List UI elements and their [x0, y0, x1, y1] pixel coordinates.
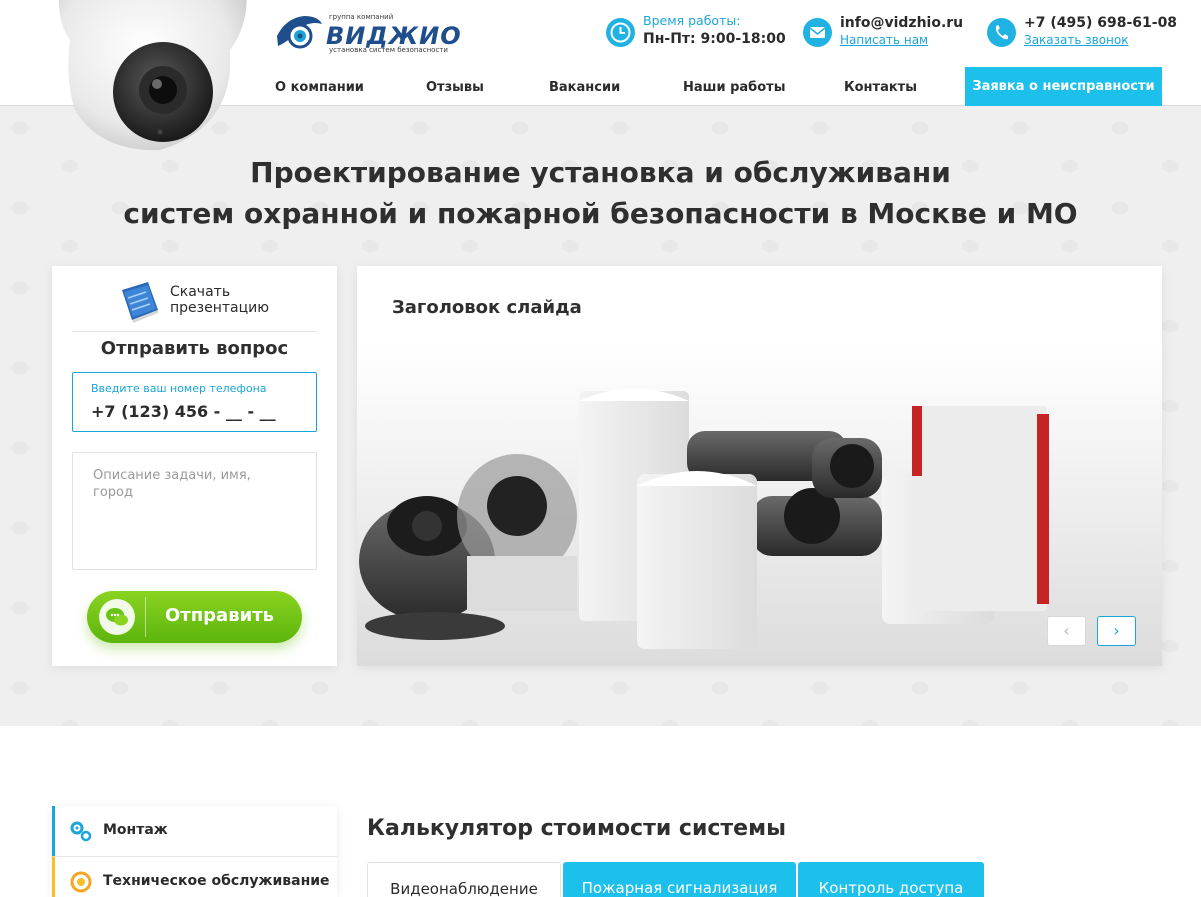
nav-item-works[interactable]: Наши работы: [683, 80, 785, 95]
maintenance-icon: [70, 871, 92, 893]
submit-label: Отправить: [165, 605, 275, 626]
hero-title: Проектирование установка и обслуживани с…: [0, 152, 1201, 234]
description-placeholder: Описание задачи, имя, город: [93, 468, 251, 500]
malfunction-request-button[interactable]: Заявка о неисправности: [965, 67, 1162, 106]
tab-access-control[interactable]: Контроль доступа: [798, 862, 984, 897]
calculator-title: Калькулятор стоимости системы: [367, 816, 786, 841]
services-menu-label: Монтаж: [103, 822, 168, 838]
services-menu-item-installation[interactable]: Монтаж: [52, 806, 337, 856]
phone-number[interactable]: +7 (495) 698-61-08: [1024, 15, 1177, 31]
chat-icon: [99, 599, 135, 635]
slider-next-button[interactable]: ›: [1097, 616, 1136, 646]
question-form: Скачать презентацию Отправить вопрос Вве…: [52, 266, 337, 666]
slide-title: Заголовок слайда: [392, 297, 582, 318]
logo-eye-icon: [277, 16, 322, 49]
description-textarea[interactable]: Описание задачи, имя, город: [72, 452, 317, 570]
download-presentation-link[interactable]: Скачать презентацию: [170, 284, 290, 316]
nav-item-reviews[interactable]: Отзывы: [426, 80, 484, 95]
phone-input-label: Введите ваш номер телефона: [91, 382, 267, 395]
mail-icon: [803, 18, 832, 47]
submit-button[interactable]: Отправить: [87, 591, 302, 643]
logo-tagline-bottom: установка систем безопасности: [329, 46, 448, 54]
logo-tagline-top: группа компаний: [329, 13, 394, 21]
hero-section: Проектирование установка и обслуживани с…: [0, 106, 1201, 726]
form-title: Отправить вопрос: [100, 338, 289, 359]
nav-item-vacancies[interactable]: Вакансии: [549, 80, 620, 95]
tab-fire-alarm[interactable]: Пожарная сигнализация: [563, 862, 796, 897]
services-menu-label: Техническое обслуживание: [103, 873, 330, 889]
nav-item-about[interactable]: О компании: [275, 80, 364, 95]
form-divider: [72, 331, 317, 332]
services-menu-item-maintenance[interactable]: Техническое обслуживание: [52, 856, 337, 897]
services-menu: Монтаж Техническое обслуживание: [52, 806, 337, 897]
presentation-book-icon[interactable]: [118, 280, 160, 324]
hero-slider: Заголовок слайда ‹ ›: [357, 266, 1162, 666]
phone-input-value[interactable]: +7 (123) 456 - __ - __: [91, 402, 276, 421]
hero-title-line-1: Проектирование установка и обслуживани: [250, 156, 951, 189]
nav-item-contacts[interactable]: Контакты: [844, 80, 917, 95]
gears-icon: [70, 821, 92, 842]
clock-icon: [606, 18, 635, 47]
dome-camera-image: [58, 0, 247, 151]
security-equipment-image: [357, 346, 1162, 666]
write-us-link[interactable]: Написать нам: [840, 33, 928, 47]
tab-video-surveillance[interactable]: Видеонаблюдение: [367, 862, 561, 897]
phone-icon: [987, 18, 1016, 47]
email-address[interactable]: info@vidzhio.ru: [840, 15, 963, 31]
hero-title-line-2: систем охранной и пожарной безопасности …: [123, 197, 1078, 230]
company-logo[interactable]: группа компаний ВИДЖИО установка систем …: [274, 8, 464, 58]
submit-divider: [145, 597, 146, 637]
phone-input[interactable]: Введите ваш номер телефона +7 (123) 456 …: [72, 372, 317, 432]
hours-value: Пн-Пт: 9:00-18:00: [643, 31, 786, 47]
request-call-link[interactable]: Заказать звонок: [1024, 33, 1129, 47]
hours-label: Время работы:: [643, 13, 741, 28]
slider-prev-button[interactable]: ‹: [1047, 616, 1086, 646]
